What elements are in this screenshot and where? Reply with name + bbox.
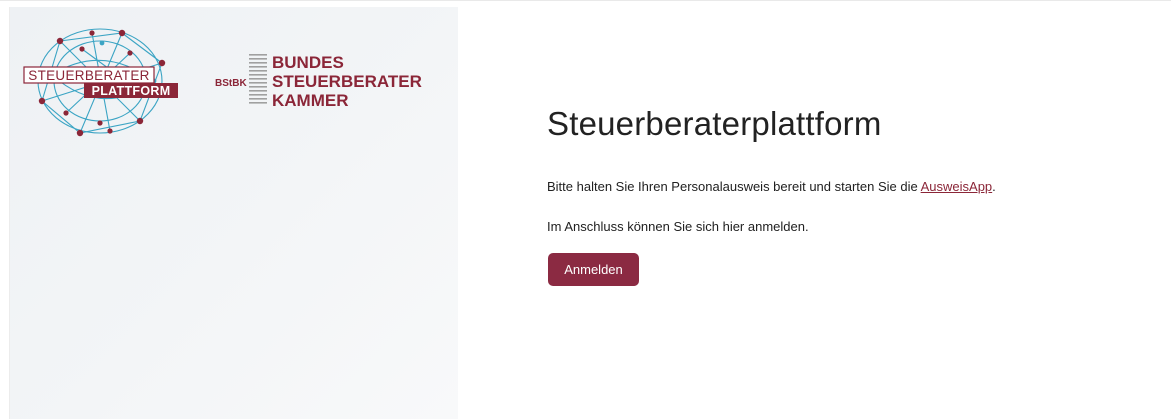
bstbk-logo: BStBK BUNDES STEUERBERATER KAMMER — [215, 53, 422, 110]
bstbk-abbr: BStBK — [215, 78, 247, 89]
bstbk-line2: STEUERBERATER — [272, 72, 422, 91]
page: STEUERBERATER PLATTFORM BStBK BUNDES STE… — [0, 0, 1171, 419]
intro-text-start: Bitte halten Sie Ihren Personalausweis b… — [547, 179, 921, 194]
login-button[interactable]: Anmelden — [548, 253, 639, 286]
ausweisapp-link[interactable]: AusweisApp — [921, 179, 993, 194]
followup-text: Im Anschluss können Sie sich hier anmeld… — [547, 219, 809, 234]
bstbk-stripes-icon — [249, 54, 267, 104]
intro-text: Bitte halten Sie Ihren Personalausweis b… — [547, 179, 996, 194]
platform-top-text: STEUERBERATER — [28, 68, 149, 83]
bstbk-line3: KAMMER — [272, 91, 349, 110]
bstbk-line1: BUNDES — [272, 53, 344, 72]
platform-bottom-text: PLATTFORM — [92, 84, 171, 98]
page-title: Steuerberaterplattform — [547, 105, 882, 142]
intro-text-end: . — [992, 179, 996, 194]
steuerberaterplattform-logo: STEUERBERATER PLATTFORM — [23, 28, 178, 137]
left-panel: STEUERBERATER PLATTFORM BStBK BUNDES STE… — [9, 7, 458, 419]
